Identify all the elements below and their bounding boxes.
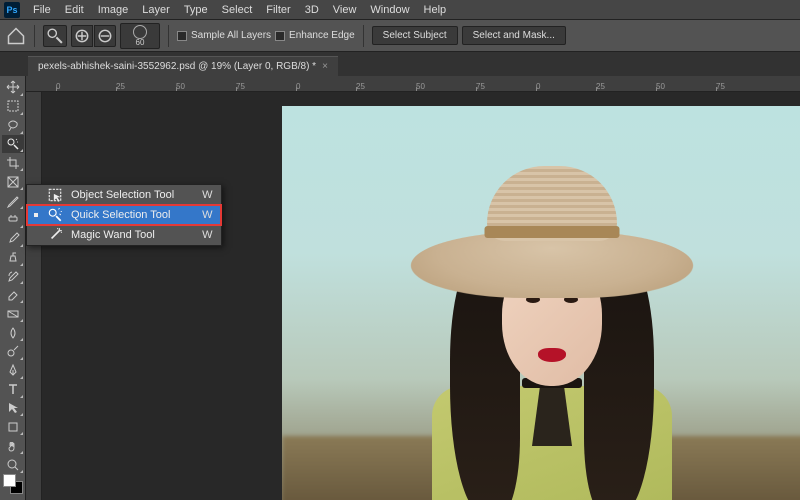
frame-tool[interactable]: [2, 172, 24, 191]
tools-panel: [0, 76, 26, 500]
clone-stamp-tool[interactable]: [2, 248, 24, 267]
checkbox-icon: [275, 31, 285, 41]
zoom-tool[interactable]: [2, 455, 24, 474]
menubar: Ps File Edit Image Layer Type Select Fil…: [0, 0, 800, 20]
active-indicator: [33, 232, 39, 238]
document-canvas[interactable]: [282, 106, 800, 500]
quick-selection-icon: [47, 207, 63, 223]
close-tab-icon[interactable]: ×: [322, 61, 328, 72]
new-selection-button[interactable]: [71, 25, 93, 47]
ruler-tick: 50: [176, 82, 185, 91]
foreground-color-swatch[interactable]: [3, 474, 16, 487]
ruler-tick: 50: [416, 82, 425, 91]
shape-tool[interactable]: [2, 417, 24, 436]
brush-preset-picker[interactable]: 60: [120, 23, 160, 49]
menu-select[interactable]: Select: [215, 4, 260, 16]
menu-view[interactable]: View: [326, 4, 364, 16]
menu-layer[interactable]: Layer: [135, 4, 177, 16]
move-tool[interactable]: [2, 78, 24, 97]
quick-selection-tool[interactable]: [2, 135, 24, 154]
hand-tool[interactable]: [2, 436, 24, 455]
healing-brush-tool[interactable]: [2, 210, 24, 229]
path-selection-tool[interactable]: [2, 399, 24, 418]
enhance-edge-checkbox[interactable]: Enhance Edge: [275, 30, 355, 41]
photo-lips: [538, 348, 566, 362]
menu-help[interactable]: Help: [417, 4, 454, 16]
selection-mode-group: [71, 25, 116, 47]
selection-tool-flyout: Object Selection Tool W Quick Selection …: [26, 184, 222, 246]
vertical-ruler: [26, 92, 42, 500]
flyout-shortcut: W: [202, 229, 212, 241]
color-swatches[interactable]: [3, 474, 23, 494]
ruler-tick: 0: [536, 82, 540, 91]
marquee-tool[interactable]: [2, 97, 24, 116]
ruler-tick: 25: [116, 82, 125, 91]
flyout-shortcut: W: [202, 189, 212, 201]
ruler-tick: 75: [716, 82, 725, 91]
magic-wand-icon: [47, 227, 63, 243]
brush-size-label: 60: [136, 39, 145, 47]
dodge-tool[interactable]: [2, 342, 24, 361]
flyout-quick-selection[interactable]: Quick Selection Tool W: [27, 205, 221, 225]
active-indicator: [33, 192, 39, 198]
menu-type[interactable]: Type: [177, 4, 215, 16]
active-indicator: [33, 212, 39, 218]
app-logo: Ps: [4, 2, 20, 18]
menu-image[interactable]: Image: [91, 4, 136, 16]
flyout-shortcut: W: [202, 209, 212, 221]
ruler-tick: 25: [356, 82, 365, 91]
brush-tool[interactable]: [2, 229, 24, 248]
sample-all-layers-checkbox[interactable]: Sample All Layers: [177, 30, 271, 41]
options-bar: 60 Sample All Layers Enhance Edge Select…: [0, 20, 800, 52]
checkbox-label: Sample All Layers: [191, 30, 271, 41]
gradient-tool[interactable]: [2, 304, 24, 323]
blur-tool[interactable]: [2, 323, 24, 342]
flyout-label: Quick Selection Tool: [71, 209, 194, 221]
divider: [168, 25, 169, 47]
home-icon[interactable]: [6, 26, 26, 46]
history-brush-tool[interactable]: [2, 267, 24, 286]
ruler-tick: 50: [656, 82, 665, 91]
canvas-viewport[interactable]: [42, 92, 800, 500]
divider: [363, 25, 364, 47]
current-tool-icon[interactable]: [43, 25, 67, 47]
lasso-tool[interactable]: [2, 116, 24, 135]
subtract-selection-button[interactable]: [94, 25, 116, 47]
ruler-tick: 0: [296, 82, 300, 91]
ruler-tick: 0: [56, 82, 60, 91]
object-selection-icon: [47, 187, 63, 203]
menu-file[interactable]: File: [26, 4, 58, 16]
crop-tool[interactable]: [2, 153, 24, 172]
workspace: Object Selection Tool W Quick Selection …: [0, 76, 800, 500]
type-tool[interactable]: [2, 380, 24, 399]
flyout-object-selection[interactable]: Object Selection Tool W: [27, 185, 221, 205]
flyout-magic-wand[interactable]: Magic Wand Tool W: [27, 225, 221, 245]
select-and-mask-button[interactable]: Select and Mask...: [462, 26, 566, 45]
eyedropper-tool[interactable]: [2, 191, 24, 210]
checkbox-icon: [177, 31, 187, 41]
menu-filter[interactable]: Filter: [259, 4, 297, 16]
select-subject-button[interactable]: Select Subject: [372, 26, 458, 45]
checkbox-label: Enhance Edge: [289, 30, 355, 41]
document-tab-title: pexels-abhishek-saini-3552962.psd @ 19% …: [38, 61, 316, 72]
menu-window[interactable]: Window: [363, 4, 416, 16]
ruler-tick: 75: [236, 82, 245, 91]
ruler-tick: 25: [596, 82, 605, 91]
photo-hat: [412, 166, 692, 286]
horizontal-ruler: 0 25 50 75 0 25 50 75 0 25 50 75: [26, 76, 800, 92]
ruler-tick: 75: [476, 82, 485, 91]
pen-tool[interactable]: [2, 361, 24, 380]
divider: [34, 25, 35, 47]
flyout-label: Object Selection Tool: [71, 189, 194, 201]
menu-edit[interactable]: Edit: [58, 4, 91, 16]
menu-3d[interactable]: 3D: [298, 4, 326, 16]
document-tab-bar: pexels-abhishek-saini-3552962.psd @ 19% …: [0, 52, 800, 76]
document-tab[interactable]: pexels-abhishek-saini-3552962.psd @ 19% …: [28, 56, 338, 76]
eraser-tool[interactable]: [2, 285, 24, 304]
flyout-label: Magic Wand Tool: [71, 229, 194, 241]
brush-preview-icon: [133, 25, 147, 39]
